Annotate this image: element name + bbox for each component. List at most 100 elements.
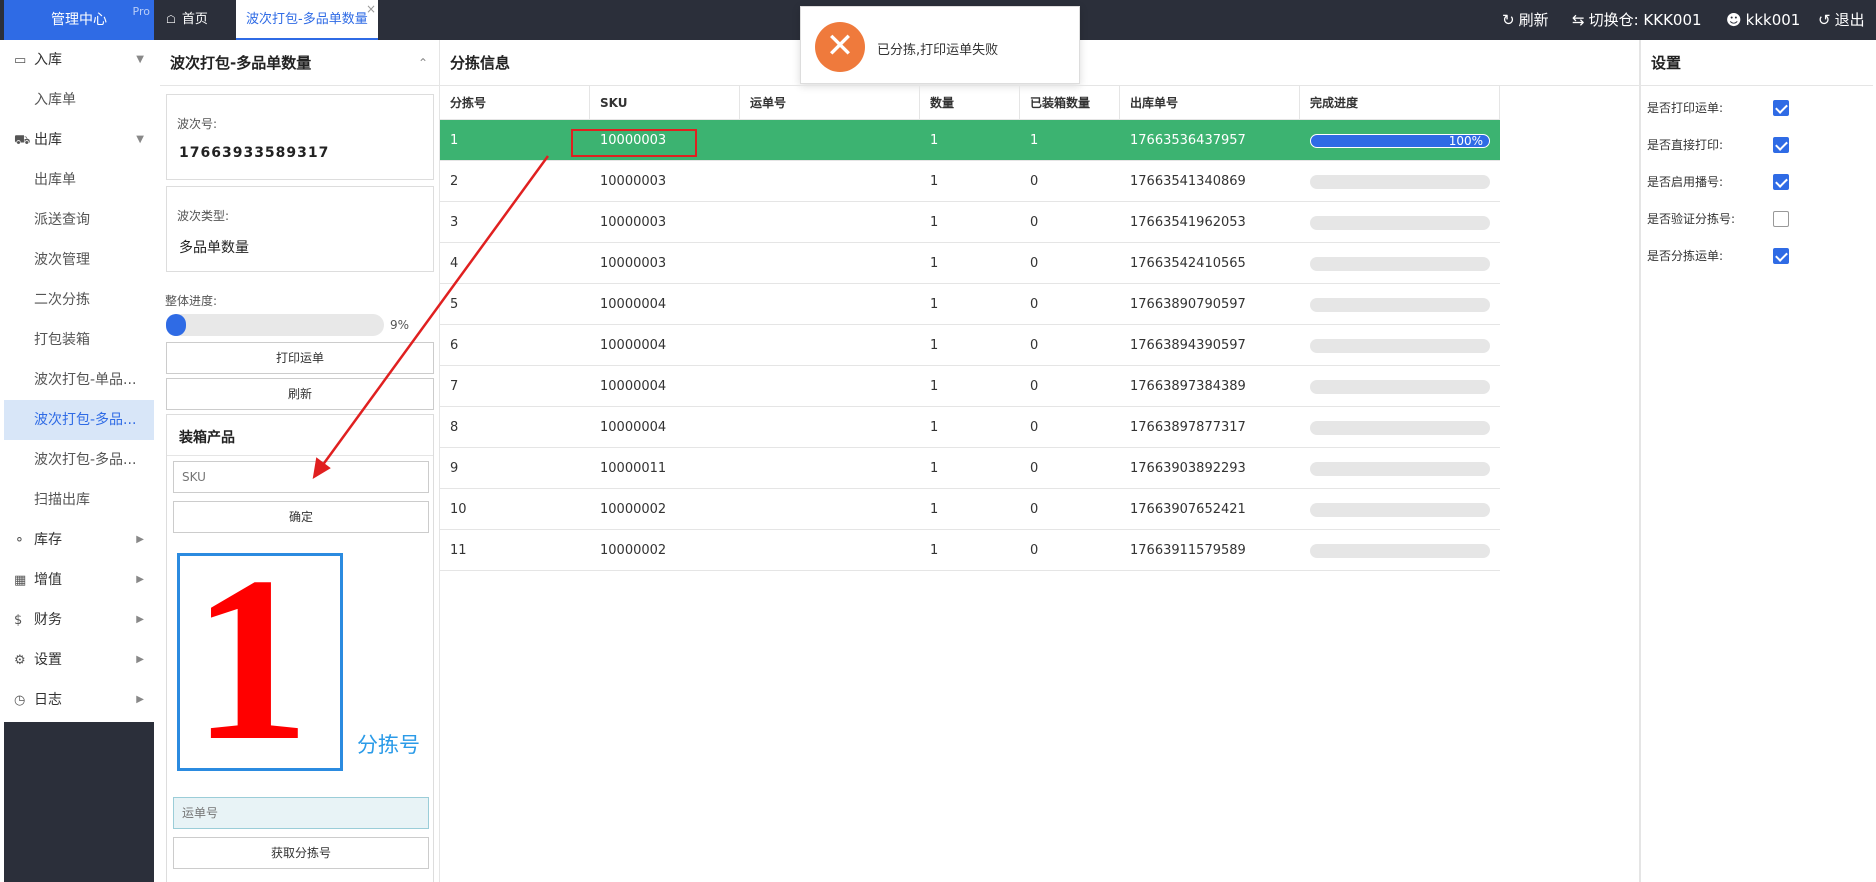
table-row[interactable]: 6 10000004 1 0 17663894390597 — [440, 325, 1500, 366]
cell-waybill — [740, 284, 750, 325]
tab-home-label: 首页 — [181, 12, 208, 27]
sidebar-item-inbound-order[interactable]: 入库单 — [4, 80, 154, 120]
waybill-input[interactable] — [173, 797, 429, 829]
tab-home[interactable]: ☖ 首页 — [166, 0, 208, 40]
table-row[interactable]: 11 10000002 1 0 17663911579589 — [440, 530, 1500, 571]
sidebar-item-delivery-query[interactable]: 派送查询 — [4, 200, 154, 240]
cell-order-number: 17663907652421 — [1130, 502, 1246, 517]
logout-button[interactable]: ↺ 退出 — [1818, 0, 1865, 40]
setting-label: 是否分拣运单: — [1647, 249, 1724, 263]
column-header[interactable]: 出库单号 — [1120, 86, 1300, 120]
sidebar-group-inbound[interactable]: ▭ 入库 ▼ — [4, 40, 154, 80]
cell-sku: 10000002 — [600, 543, 667, 558]
sidebar-item-wave-single[interactable]: 波次打包-单品... — [4, 360, 154, 400]
wave-number-label: 波次号: — [177, 117, 218, 131]
cell-sort-number: 7 — [450, 379, 459, 394]
tab-wave-pack[interactable]: 波次打包-多品单数量 — [236, 0, 378, 40]
chevron-down-icon: ▼ — [136, 134, 144, 145]
refresh-button[interactable]: ↻ 刷新 — [1502, 0, 1549, 40]
cell-waybill — [740, 243, 750, 284]
inbox-icon: ▭ — [14, 53, 27, 68]
brand[interactable]: 管理中心 Pro — [4, 0, 154, 40]
sidebar-group-outbound[interactable]: ⛟ 出库 ▼ — [4, 120, 154, 160]
sidebar-menu: ▭ 入库 ▼ 入库单 ⛟ 出库 ▼ 出库单 派送查询 波次管理 二次分拣 打包装箱 … — [4, 40, 154, 722]
setting-row: 是否分拣运单: — [1647, 246, 1867, 266]
cell-quantity: 1 — [930, 338, 939, 353]
table-row[interactable]: 8 10000004 1 0 17663897877317 — [440, 407, 1500, 448]
column-header[interactable]: 已装箱数量 — [1020, 86, 1120, 120]
row-progress-bar: 100% — [1310, 134, 1490, 148]
chevron-up-icon[interactable]: ⌃ — [418, 40, 428, 86]
cell-quantity: 1 — [930, 420, 939, 435]
confirm-button[interactable]: 确定 — [173, 501, 429, 533]
refresh-icon: ↻ — [1502, 11, 1515, 29]
column-header[interactable]: 分拣号 — [440, 86, 590, 120]
sidebar-item-wave-multi[interactable]: 波次打包-多品... — [4, 440, 154, 480]
setting-checkbox[interactable] — [1773, 100, 1789, 116]
sidebar-item-outbound-order[interactable]: 出库单 — [4, 160, 154, 200]
setting-checkbox[interactable] — [1773, 174, 1789, 190]
table-row[interactable]: 10 10000002 1 0 17663907652421 — [440, 489, 1500, 530]
cell-sort-number: 10 — [450, 502, 467, 517]
row-progress-bar — [1310, 380, 1490, 394]
table-row[interactable]: 3 10000003 1 0 17663541962053 — [440, 202, 1500, 243]
sidebar-group-label: 财务 — [34, 612, 62, 628]
sidebar-item-packing[interactable]: 打包装箱 — [4, 320, 154, 360]
sidebar-group-settings[interactable]: ⚙ 设置 ▶ — [4, 640, 154, 680]
setting-checkbox[interactable] — [1773, 137, 1789, 153]
sidebar-group-finance[interactable]: $ 财务 ▶ — [4, 600, 154, 640]
get-sort-number-button[interactable]: 获取分拣号 — [173, 837, 429, 869]
table-row[interactable]: 5 10000004 1 0 17663890790597 — [440, 284, 1500, 325]
setting-checkbox[interactable] — [1773, 211, 1789, 227]
cell-order-number: 17663897877317 — [1130, 420, 1246, 435]
table-row[interactable]: 9 10000011 1 0 17663903892293 — [440, 448, 1500, 489]
cell-quantity: 1 — [930, 297, 939, 312]
row-progress-bar — [1310, 339, 1490, 353]
overall-progress-text: 9% — [390, 318, 410, 332]
pro-badge: Pro — [132, 5, 150, 18]
home-icon: ☖ — [166, 13, 176, 26]
row-progress-bar — [1310, 421, 1490, 435]
sidebar-item-wave-multi-active[interactable]: 波次打包-多品... — [4, 400, 154, 440]
sidebar-item-secondary-sort[interactable]: 二次分拣 — [4, 280, 154, 320]
cell-packed-quantity: 0 — [1030, 461, 1039, 476]
cell-waybill — [740, 366, 750, 407]
column-header[interactable]: 数量 — [920, 86, 1020, 120]
cell-order-number: 17663890790597 — [1130, 297, 1246, 312]
sidebar-group-label: 库存 — [34, 532, 62, 548]
cell-quantity: 1 — [930, 379, 939, 394]
sidebar-group-value-added[interactable]: ▦ 增值 ▶ — [4, 560, 154, 600]
sku-input[interactable] — [173, 461, 429, 493]
column-header[interactable]: 运单号 — [740, 86, 920, 120]
user-menu[interactable]: ☻ kkk001 — [1726, 0, 1800, 40]
cell-waybill — [740, 530, 750, 571]
sidebar-group-log[interactable]: ◷ 日志 ▶ — [4, 680, 154, 720]
truck-icon: ⛟ — [14, 133, 31, 148]
setting-checkbox[interactable] — [1773, 248, 1789, 264]
switch-warehouse-button[interactable]: ⇆ 切换仓: KKK001 — [1572, 0, 1702, 40]
print-waybill-button[interactable]: 打印运单 — [166, 342, 434, 374]
sidebar-group-label: 设置 — [34, 652, 62, 668]
setting-row: 是否直接打印: — [1647, 135, 1867, 155]
sidebar-item-scan-outbound[interactable]: 扫描出库 — [4, 480, 154, 520]
table-row[interactable]: 7 10000004 1 0 17663897384389 — [440, 366, 1500, 407]
table-header: 分拣号 SKU 运单号 数量 已装箱数量 出库单号 完成进度 — [440, 86, 1500, 120]
sidebar-item-wave-management[interactable]: 波次管理 — [4, 240, 154, 280]
setting-row: 是否启用播号: — [1647, 172, 1867, 192]
cell-quantity: 1 — [930, 215, 939, 230]
cell-sku: 10000003 — [600, 256, 667, 271]
table-row[interactable]: 2 10000003 1 0 17663541340869 — [440, 161, 1500, 202]
cell-quantity: 1 — [930, 543, 939, 558]
cell-sort-number: 8 — [450, 420, 459, 435]
overall-progress-fill — [166, 314, 186, 336]
cell-sort-number: 5 — [450, 297, 459, 312]
column-header[interactable]: 完成进度 — [1300, 86, 1500, 120]
tab-close-icon[interactable]: × — [366, 2, 376, 16]
sidebar-group-inventory[interactable]: ⚬ 库存 ▶ — [4, 520, 154, 560]
refresh-panel-button[interactable]: 刷新 — [166, 378, 434, 410]
table-row[interactable]: 4 10000003 1 0 17663542410565 — [440, 243, 1500, 284]
setting-label: 是否启用播号: — [1647, 175, 1724, 189]
sort-info-title: 分拣信息 — [440, 40, 1640, 86]
pack-product-title: 装箱产品 — [179, 430, 235, 446]
column-header[interactable]: SKU — [590, 86, 740, 120]
